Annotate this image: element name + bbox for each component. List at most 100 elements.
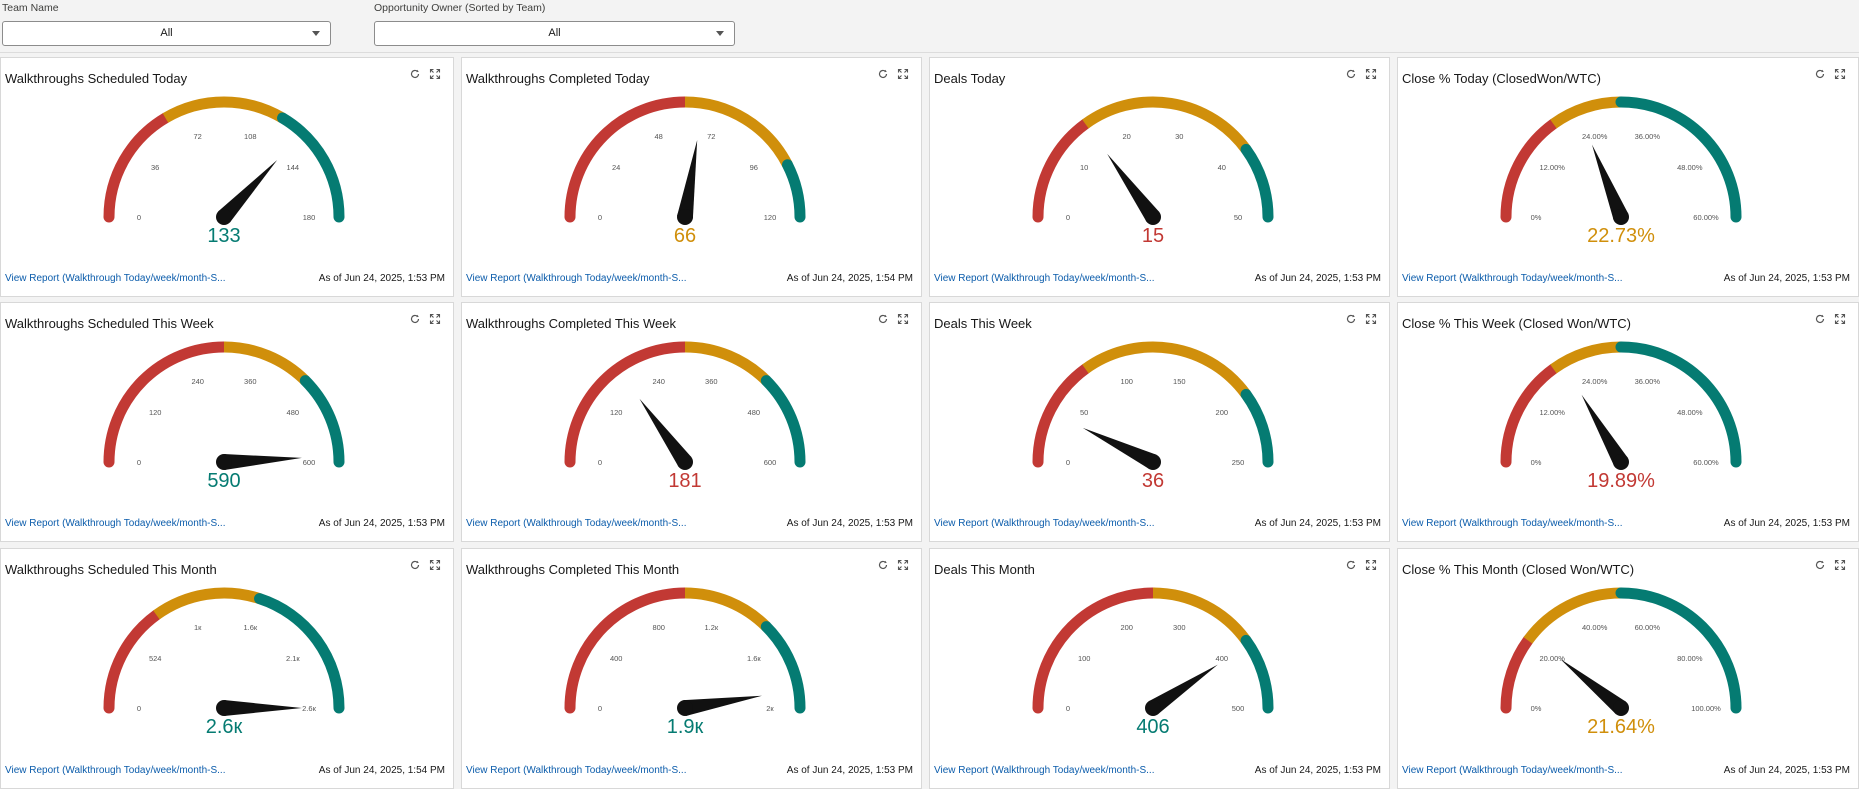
- refresh-icon[interactable]: [1814, 559, 1826, 571]
- gauge-band-high: [781, 159, 806, 223]
- gauge-card: Walkthroughs Scheduled This Week 0 120 240 3…: [0, 302, 454, 542]
- gauge-card: Deals Today 0 10 20 30 40 50 15 View Report (Wal…: [929, 57, 1390, 297]
- gauge-needle-hub: [1145, 700, 1161, 716]
- gauge-tick-label: 524: [149, 654, 162, 663]
- gauge-band-high: [1615, 96, 1742, 223]
- gauge-band-high: [1240, 634, 1274, 714]
- gauge-band-high: [1240, 388, 1274, 468]
- gauge-tick-label: 0%: [1531, 704, 1542, 713]
- view-report-link[interactable]: View Report (Walkthrough Today/week/mont…: [5, 765, 225, 776]
- expand-icon[interactable]: [1834, 559, 1846, 571]
- refresh-icon[interactable]: [1814, 68, 1826, 80]
- gauge-tick-label: 48.00%: [1677, 163, 1703, 172]
- refresh-icon[interactable]: [877, 559, 889, 571]
- gauge-chart: 0% 20.00% 40.00% 60.00% 80.00% 100.00% 21.64%: [1500, 587, 1742, 738]
- refresh-icon[interactable]: [409, 68, 421, 80]
- gauge-tick-label: 500: [1232, 704, 1245, 713]
- expand-icon[interactable]: [429, 559, 441, 571]
- refresh-icon[interactable]: [409, 313, 421, 325]
- view-report-link[interactable]: View Report (Walkthrough Today/week/mont…: [466, 765, 686, 776]
- refresh-icon[interactable]: [1345, 68, 1357, 80]
- view-report-link[interactable]: View Report (Walkthrough Today/week/mont…: [466, 273, 686, 284]
- view-report-link[interactable]: View Report (Walkthrough Today/week/mont…: [934, 518, 1154, 529]
- opportunity-owner-select[interactable]: All: [374, 21, 735, 46]
- refresh-icon[interactable]: [877, 313, 889, 325]
- as-of-timestamp: As of Jun 24, 2025, 1:54 PM: [786, 273, 913, 284]
- card-title: Close % Today (ClosedWon/WTC): [1402, 71, 1601, 86]
- gauge-chart: 0 24 48 72 96 120 66: [564, 96, 806, 247]
- refresh-icon[interactable]: [409, 559, 421, 571]
- expand-icon[interactable]: [1834, 68, 1846, 80]
- gauge-tick-label: 240: [652, 377, 665, 386]
- gauge-tick-label: 1.6к: [243, 623, 257, 632]
- gauge-tick-label: 600: [764, 458, 777, 467]
- as-of-timestamp: As of Jun 24, 2025, 1:53 PM: [1723, 765, 1850, 776]
- team-name-select[interactable]: All: [2, 21, 331, 46]
- gauge-value: 21.64%: [1587, 716, 1655, 738]
- card-title: Deals This Week: [934, 316, 1032, 331]
- chevron-down-icon: [716, 31, 724, 36]
- view-report-link[interactable]: View Report (Walkthrough Today/week/mont…: [934, 273, 1154, 284]
- card-title: Close % This Month (Closed Won/WTC): [1402, 562, 1635, 577]
- expand-icon[interactable]: [429, 68, 441, 80]
- gauge-chart: 0 36 72 108 144 180 133: [103, 96, 345, 247]
- card-actions: [1345, 313, 1379, 327]
- gauge-tick-label: 2к: [766, 704, 774, 713]
- gauge-tick-label: 0: [598, 213, 602, 222]
- view-report-link[interactable]: View Report (Walkthrough Today/week/mont…: [1402, 273, 1622, 284]
- card-actions: [1345, 559, 1379, 573]
- gauge-tick-label: 120: [610, 408, 623, 417]
- view-report-link[interactable]: View Report (Walkthrough Today/week/mont…: [466, 518, 686, 529]
- gauge-band-low: [1032, 363, 1091, 468]
- gauge-card: Close % Today (ClosedWon/WTC) 0% 12.00% 24.…: [1397, 57, 1859, 297]
- gauge-band-mid: [1082, 96, 1251, 153]
- expand-icon[interactable]: [897, 313, 909, 325]
- gauge-needle: [224, 700, 302, 716]
- gauge-tick-label: 0%: [1531, 213, 1542, 222]
- gauge-band-mid: [1550, 96, 1622, 129]
- gauge-tick-label: 200: [1216, 408, 1229, 417]
- gauge-tick-label: 108: [244, 132, 257, 141]
- refresh-icon[interactable]: [877, 68, 889, 80]
- gauge-tick-label: 50: [1234, 213, 1242, 222]
- gauge-tick-label: 400: [610, 654, 623, 663]
- gauge-value: 15: [1142, 225, 1164, 247]
- expand-icon[interactable]: [429, 313, 441, 325]
- expand-icon[interactable]: [1834, 313, 1846, 325]
- gauge-tick-label: 100: [1120, 377, 1133, 386]
- expand-icon[interactable]: [897, 559, 909, 571]
- gauge-value: 2.6к: [206, 716, 243, 738]
- view-report-link[interactable]: View Report (Walkthrough Today/week/mont…: [5, 273, 225, 284]
- card-title: Walkthroughs Scheduled This Week: [5, 316, 214, 331]
- card-title: Deals This Month: [934, 562, 1035, 577]
- expand-icon[interactable]: [1365, 559, 1377, 571]
- gauge-value: 1.9к: [667, 716, 704, 738]
- gauge-band-high: [1615, 341, 1742, 468]
- team-name-value: All: [160, 27, 173, 39]
- expand-icon[interactable]: [897, 68, 909, 80]
- refresh-icon[interactable]: [1345, 559, 1357, 571]
- gauge-tick-label: 50: [1080, 408, 1088, 417]
- gauge-band-mid: [684, 587, 771, 631]
- expand-icon[interactable]: [1365, 313, 1377, 325]
- refresh-icon[interactable]: [1345, 313, 1357, 325]
- view-report-link[interactable]: View Report (Walkthrough Today/week/mont…: [1402, 518, 1622, 529]
- gauge-tick-label: 360: [244, 377, 257, 386]
- gauge-band-mid: [162, 96, 286, 123]
- expand-icon[interactable]: [1365, 68, 1377, 80]
- view-report-link[interactable]: View Report (Walkthrough Today/week/mont…: [1402, 765, 1622, 776]
- refresh-icon[interactable]: [1814, 313, 1826, 325]
- gauge-needle-hub: [677, 700, 693, 716]
- dashboard-grid: Walkthroughs Scheduled Today 0 36 72 108 144 1…: [0, 57, 1859, 789]
- as-of-timestamp: As of Jun 24, 2025, 1:54 PM: [318, 765, 445, 776]
- as-of-timestamp: As of Jun 24, 2025, 1:53 PM: [1254, 765, 1381, 776]
- gauge-tick-label: 12.00%: [1539, 408, 1565, 417]
- view-report-link[interactable]: View Report (Walkthrough Today/week/mont…: [5, 518, 225, 529]
- gauge-tick-label: 24: [612, 163, 620, 172]
- as-of-timestamp: As of Jun 24, 2025, 1:53 PM: [1254, 273, 1381, 284]
- gauge-tick-label: 24.00%: [1582, 132, 1608, 141]
- card-title: Walkthroughs Completed This Month: [466, 562, 680, 577]
- view-report-link[interactable]: View Report (Walkthrough Today/week/mont…: [934, 765, 1154, 776]
- gauge-tick-label: 0: [598, 458, 602, 467]
- gauge-tick-label: 100.00%: [1691, 704, 1721, 713]
